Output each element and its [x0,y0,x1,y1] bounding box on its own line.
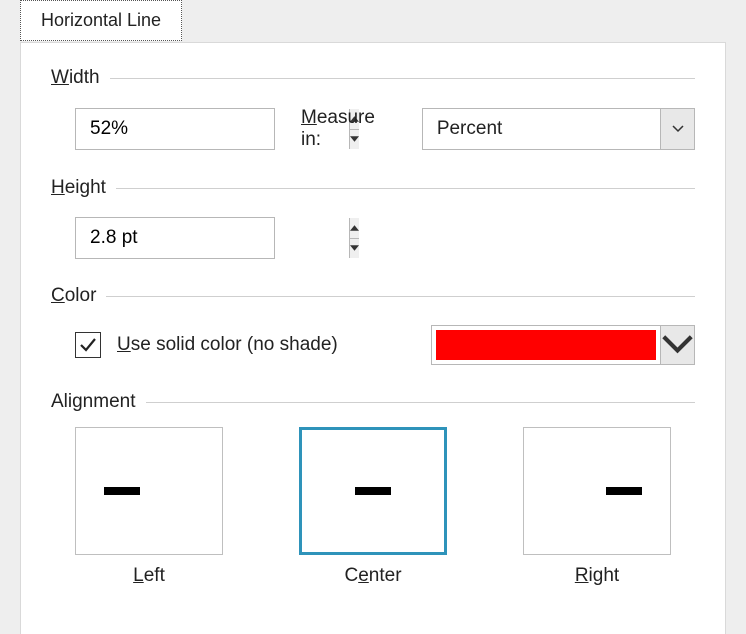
use-solid-color-checkbox[interactable] [75,332,101,358]
color-select[interactable] [431,325,695,365]
tab-label: Horizontal Line [41,10,161,30]
alignment-preview-left [75,427,223,555]
alignment-label-center: Center [344,565,401,587]
measure-in-select[interactable]: Percent [422,108,695,150]
tab-horizontal-line[interactable]: Horizontal Line [20,0,182,41]
width-heading-label: Width [51,67,110,89]
dialog-panel: Width Measure in: Percent [20,42,726,634]
height-spinner-down[interactable] [350,239,359,259]
color-row: Use solid color (no shade) [75,325,695,365]
alignment-label-left: Left [133,565,165,587]
section-heading-height: Height [51,177,695,199]
check-icon [79,336,97,354]
line-icon [355,487,391,495]
heading-rule [146,402,696,403]
alignment-preview-right [523,427,671,555]
heading-rule [106,296,695,297]
alignment-option-right[interactable]: Right [523,427,671,587]
section-heading-color: Color [51,285,695,307]
height-spinner-arrows [349,218,359,258]
chevron-down-icon [672,125,684,133]
alignment-option-center[interactable]: Center [299,427,447,587]
heading-rule [116,188,695,189]
height-row [75,217,695,259]
section-heading-width: Width [51,67,695,89]
chevron-down-icon [350,245,359,251]
use-solid-color-label: Use solid color (no shade) [117,334,338,356]
color-dropdown-button[interactable] [660,326,694,364]
measure-in-label: Measure in: [301,107,396,151]
color-heading-label: Color [51,285,106,307]
height-spinner[interactable] [75,217,275,259]
chevron-down-icon [661,334,694,356]
chevron-up-icon [350,225,359,231]
width-row: Measure in: Percent [75,107,695,151]
color-swatch [436,330,656,360]
alignment-label-right: Right [575,565,619,587]
section-heading-alignment: Alignment [51,391,695,413]
height-input[interactable] [76,218,349,258]
heading-rule [110,78,695,79]
alignment-preview-center [299,427,447,555]
alignment-options: Left Center Right [75,427,671,587]
width-spinner[interactable] [75,108,275,150]
measure-in-dropdown-button[interactable] [660,109,694,149]
dialog-window: Horizontal Line Width Measure in: [0,0,746,634]
height-heading-label: Height [51,177,116,199]
height-spinner-up[interactable] [350,218,359,239]
alignment-option-left[interactable]: Left [75,427,223,587]
line-icon [606,487,642,495]
measure-in-value: Percent [423,118,660,140]
alignment-heading-label: Alignment [51,391,146,413]
line-icon [104,487,140,495]
